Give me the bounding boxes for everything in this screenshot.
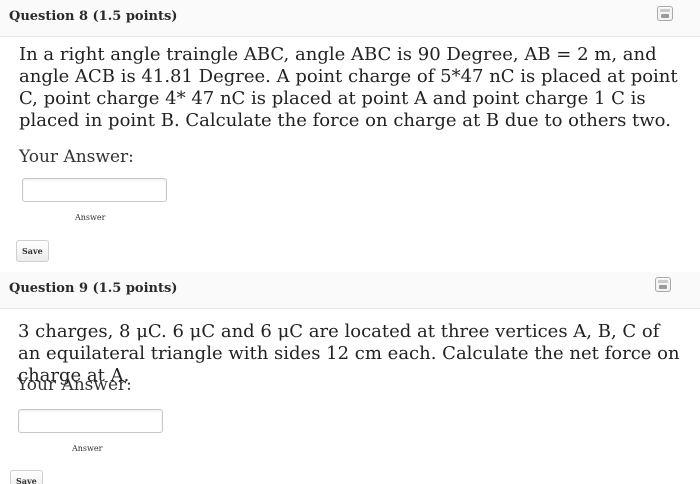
question-8-body: In a right angle traingle ABC, angle ABC… [19, 44, 687, 132]
flag-icon[interactable] [657, 6, 673, 21]
question-8-header: Question 8 (1.5 points) [0, 0, 700, 37]
question-8-answer-caption: Answer [75, 213, 106, 222]
question-8-your-answer-label: Your Answer: [19, 147, 134, 167]
question-8-answer-input[interactable] [22, 178, 167, 202]
question-9-title: Question 9 (1.5 points) [9, 281, 178, 296]
quiz-page: Question 8 (1.5 points) In a right angle… [0, 0, 700, 484]
question-9-answer-input[interactable] [18, 409, 163, 433]
flag-icon[interactable] [655, 277, 671, 292]
question-8-text: In a right angle traingle ABC, angle ABC… [19, 44, 678, 131]
question-8-title: Question 8 (1.5 points) [9, 9, 178, 24]
question-9-header: Question 9 (1.5 points) [0, 272, 700, 309]
question-8-save-button[interactable]: Save [16, 240, 49, 262]
question-9-answer-caption: Answer [72, 444, 103, 453]
question-9-save-button[interactable]: Save [10, 470, 43, 484]
question-9-your-answer-label: Your Answer: [17, 375, 132, 395]
